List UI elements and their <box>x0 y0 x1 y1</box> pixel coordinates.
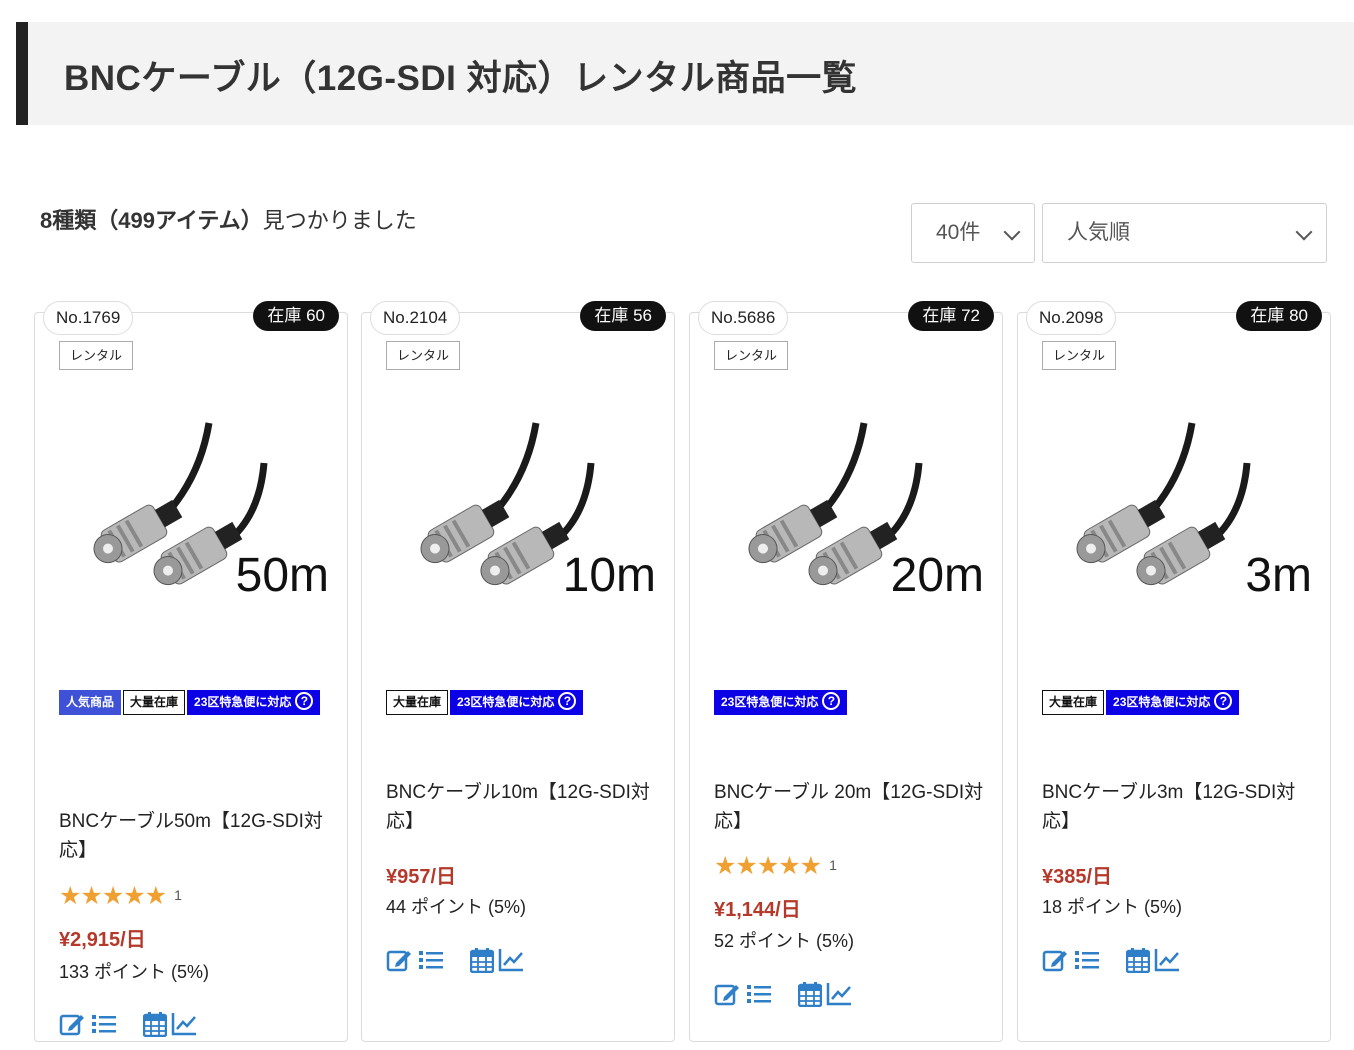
rental-tag: レンタル <box>386 341 461 370</box>
list-icon[interactable] <box>746 981 772 1007</box>
popular-badge: 人気商品 <box>59 690 122 715</box>
chart-icon[interactable] <box>1154 947 1180 973</box>
bulk-stock-badge: 大量在庫 <box>123 690 186 715</box>
chart-icon[interactable] <box>826 981 852 1007</box>
product-image[interactable]: 3m <box>1042 393 1312 633</box>
stock-badge: 在庫 60 <box>253 301 339 331</box>
price: ¥1,144/日 <box>714 899 801 921</box>
express-delivery-badge[interactable]: 23区特急便に対応? <box>450 690 584 715</box>
calendar-icon[interactable] <box>798 981 822 1007</box>
points: 133 ポイント (5%) <box>59 962 210 982</box>
product-number: No.2104 <box>370 301 461 335</box>
action-icons <box>59 1011 199 1039</box>
result-count: 8種類（499アイテム）見つかりました <box>40 203 417 235</box>
star-icons: ★★★★★ <box>714 852 822 880</box>
badge-group: 23区特急便に対応? <box>714 690 994 718</box>
result-suffix: 見つかりました <box>262 208 417 233</box>
action-icons <box>386 947 526 975</box>
calendar-icon[interactable] <box>143 1011 167 1037</box>
stock-badge: 在庫 72 <box>908 301 994 331</box>
edit-icon[interactable] <box>1042 947 1068 973</box>
express-delivery-label: 23区特急便に対応 <box>457 695 555 709</box>
edit-icon[interactable] <box>59 1011 85 1037</box>
per-page-select[interactable]: 40件 <box>911 203 1035 263</box>
rental-tag: レンタル <box>714 341 789 370</box>
sort-select[interactable]: 人気順 <box>1042 203 1327 263</box>
calendar-icon[interactable] <box>470 947 494 973</box>
page-title: BNCケーブル（12G-SDI 対応）レンタル商品一覧 <box>64 59 858 98</box>
action-icons <box>714 981 854 1009</box>
cable-length-label: 10m <box>562 549 656 602</box>
price: ¥957/日 <box>386 866 457 888</box>
express-delivery-badge[interactable]: 23区特急便に対応? <box>187 690 321 715</box>
product-number: No.5686 <box>698 301 789 335</box>
bulk-stock-badge: 大量在庫 <box>1042 690 1105 715</box>
points: 52 ポイント (5%) <box>714 931 855 951</box>
rental-tag: レンタル <box>1042 341 1117 370</box>
product-image[interactable]: 20m <box>714 393 984 633</box>
product-card[interactable]: No.2098 在庫 80 レンタル 3m 大量在庫 23区特急便に対応? BNCケーブ… <box>1017 301 1331 1042</box>
rating-count: 1 <box>174 887 182 903</box>
rating-count: 1 <box>829 857 837 873</box>
chevron-down-icon <box>1003 223 1021 241</box>
product-card[interactable]: No.5686 在庫 72 レンタル 20m 23区特急便に対応? BNCケーブル 2… <box>689 301 1003 1042</box>
badge-group: 大量在庫 23区特急便に対応? <box>386 690 666 718</box>
badge-group: 人気商品 大量在庫 23区特急便に対応? <box>59 690 339 718</box>
rental-tag: レンタル <box>59 341 134 370</box>
points: 44 ポイント (5%) <box>386 897 527 917</box>
express-delivery-label: 23区特急便に対応 <box>194 695 292 709</box>
per-page-value: 40件 <box>936 221 981 244</box>
product-card[interactable]: No.2104 在庫 56 レンタル 10m 大量在庫 23区特急便に対応? BNCケー… <box>361 301 675 1042</box>
product-name-link[interactable]: BNCケーブル50m【12G-SDI対応】 <box>59 807 329 865</box>
express-delivery-label: 23区特急便に対応 <box>721 695 819 709</box>
list-icon[interactable] <box>91 1011 117 1037</box>
rating-stars: ★★★★★ 1 <box>59 881 182 911</box>
price: ¥385/日 <box>1042 866 1113 888</box>
chevron-down-icon <box>1295 223 1313 241</box>
badge-group: 大量在庫 23区特急便に対応? <box>1042 690 1322 718</box>
rating-stars: ★★★★★ 1 <box>714 851 837 881</box>
points: 18 ポイント (5%) <box>1042 897 1183 917</box>
product-image[interactable]: 50m <box>59 393 329 633</box>
result-kinds: 8種類 <box>40 208 97 233</box>
bulk-stock-badge: 大量在庫 <box>386 690 449 715</box>
page-header: BNCケーブル（12G-SDI 対応）レンタル商品一覧 <box>16 22 1354 125</box>
help-icon[interactable]: ? <box>1214 692 1233 710</box>
star-icons: ★★★★★ <box>59 882 167 910</box>
product-card[interactable]: No.1769 在庫 60 レンタル 50m 人気商品 大量在庫 23区特急便に対応? B… <box>34 301 348 1042</box>
express-delivery-badge[interactable]: 23区特急便に対応? <box>1106 690 1240 715</box>
product-name-link[interactable]: BNCケーブル10m【12G-SDI対応】 <box>386 778 656 836</box>
product-name-link[interactable]: BNCケーブル3m【12G-SDI対応】 <box>1042 778 1312 836</box>
cable-length-label: 50m <box>235 549 329 602</box>
product-name-link[interactable]: BNCケーブル 20m【12G-SDI対応】 <box>714 778 984 836</box>
list-icon[interactable] <box>1074 947 1100 973</box>
price: ¥2,915/日 <box>59 929 146 951</box>
help-icon[interactable]: ? <box>295 692 314 710</box>
chart-icon[interactable] <box>171 1011 197 1037</box>
cable-length-label: 3m <box>1245 549 1312 602</box>
list-icon[interactable] <box>418 947 444 973</box>
action-icons <box>1042 947 1182 975</box>
help-icon[interactable]: ? <box>822 692 841 710</box>
product-image[interactable]: 10m <box>386 393 656 633</box>
chart-icon[interactable] <box>498 947 524 973</box>
product-number: No.2098 <box>1026 301 1117 335</box>
edit-icon[interactable] <box>714 981 740 1007</box>
help-icon[interactable]: ? <box>558 692 577 710</box>
express-delivery-badge[interactable]: 23区特急便に対応? <box>714 690 848 715</box>
express-delivery-label: 23区特急便に対応 <box>1113 695 1211 709</box>
result-items: （499アイテム） <box>96 208 263 233</box>
stock-badge: 在庫 80 <box>1236 301 1322 331</box>
calendar-icon[interactable] <box>1126 947 1150 973</box>
sort-value: 人気順 <box>1067 221 1130 244</box>
cable-length-label: 20m <box>890 549 984 602</box>
product-number: No.1769 <box>43 301 134 335</box>
edit-icon[interactable] <box>386 947 412 973</box>
stock-badge: 在庫 56 <box>580 301 666 331</box>
